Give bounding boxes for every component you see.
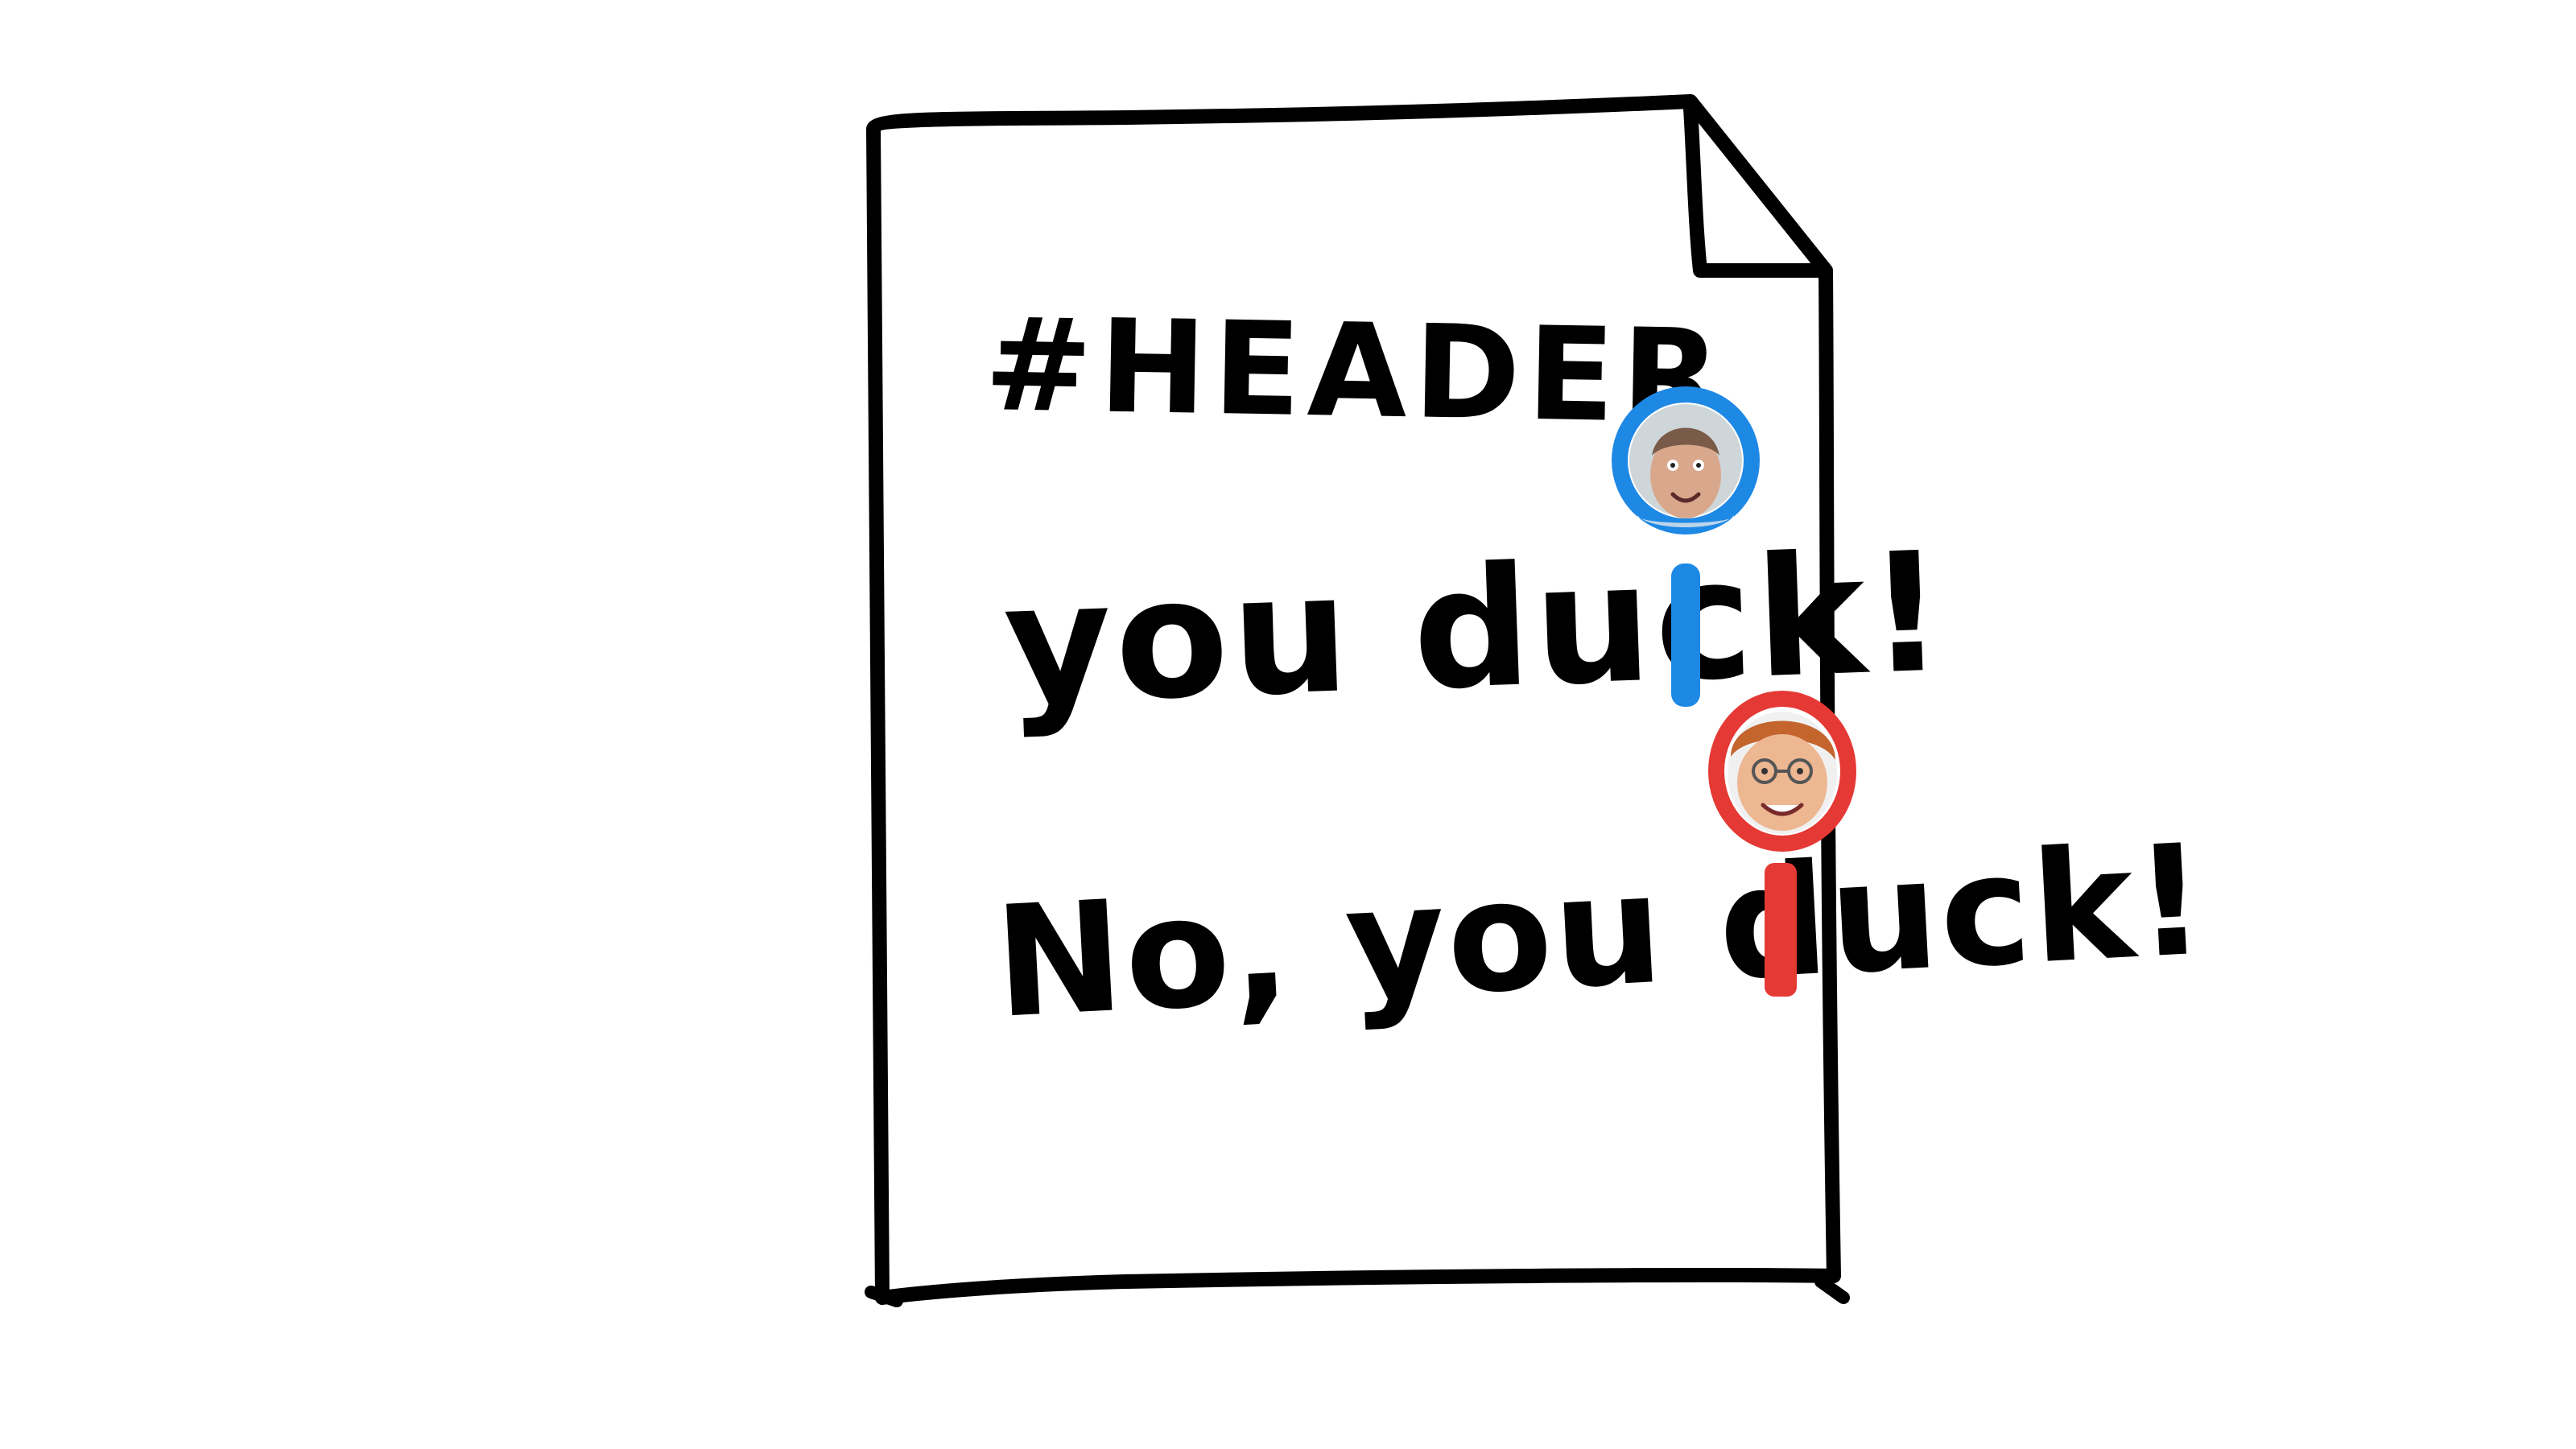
red-haired-boy-face-avatar-icon [1728,712,1837,834]
collaborator-2-cursor [1765,863,1797,997]
corner-flick-bottom-left [865,1286,903,1307]
collaborative-editing-sketch: #HEADER you duck! No, you duck! [865,94,2211,1307]
document-header[interactable]: #HEADER [983,289,1728,452]
collaborator-1-cursor [1671,564,1700,707]
corner-flick-bottom-right [1814,1275,1850,1304]
